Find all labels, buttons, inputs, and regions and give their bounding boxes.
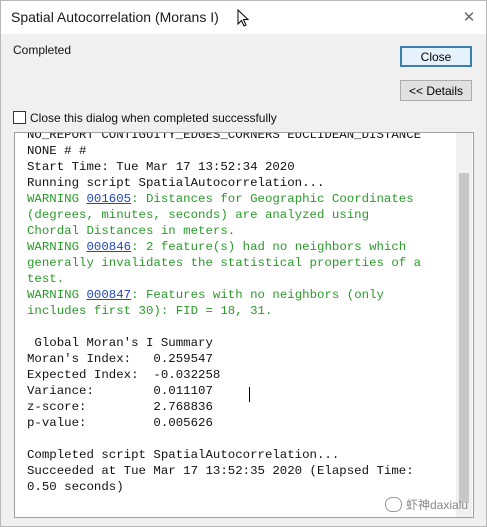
log-line-text: Moran's Index: 0.259547 — [27, 352, 213, 366]
log-line: NONE # # — [27, 143, 421, 159]
log-line-text: WARNING — [27, 288, 87, 302]
log-line-text: z-score: 2.768836 — [27, 400, 213, 414]
message-log[interactable]: NO_REPORT CONTIGUITY_EDGES_CORNERS EUCLI… — [14, 132, 474, 518]
log-line: Completed script SpatialAutocorrelation.… — [27, 447, 421, 463]
warning-code-link[interactable]: 000846 — [87, 240, 132, 254]
log-line: Global Moran's I Summary — [27, 335, 421, 351]
log-line-text: generally invalidates the statistical pr… — [27, 256, 422, 270]
log-line-text: WARNING — [27, 192, 87, 206]
log-line-text: (degrees, minutes, seconds) are analyzed… — [27, 208, 370, 222]
log-line: Moran's Index: 0.259547 — [27, 351, 421, 367]
log-line-text: WARNING — [27, 240, 87, 254]
log-line-text: Global Moran's I Summary — [27, 336, 213, 350]
log-line: WARNING 000846: 2 feature(s) had no neig… — [27, 239, 421, 255]
log-line: (degrees, minutes, seconds) are analyzed… — [27, 207, 421, 223]
log-line-text: : Distances for Geographic Coordinates — [131, 192, 414, 206]
log-line-text: test. — [27, 272, 65, 286]
close-when-done-option[interactable]: Close this dialog when completed success… — [13, 111, 277, 125]
log-lines: NO_REPORT CONTIGUITY_EDGES_CORNERS EUCLI… — [27, 132, 422, 495]
warning-code-link[interactable]: 001605 — [87, 192, 132, 206]
log-line: Succeeded at Tue Mar 17 13:52:35 2020 (E… — [27, 463, 421, 479]
log-line: p-value: 0.005626 — [27, 415, 421, 431]
log-scrollbar[interactable] — [456, 133, 472, 517]
log-line-text: Variance: 0.011107 — [27, 384, 213, 398]
log-line-text: NO_REPORT CONTIGUITY_EDGES_CORNERS EUCLI… — [27, 132, 422, 142]
window-title: Spatial Autocorrelation (Morans I) — [11, 9, 219, 25]
watermark: 虾神daxialu — [385, 496, 468, 513]
watermark-text: 虾神daxialu — [406, 498, 469, 512]
log-line-text: 0.50 seconds) — [27, 480, 124, 494]
dialog-window: Spatial Autocorrelation (Morans I) ✕ Com… — [0, 0, 487, 527]
log-line: Variance: 0.011107 — [27, 383, 421, 399]
log-line-text: : 2 feature(s) had no neighbors which — [131, 240, 407, 254]
warning-code-link[interactable]: 000847 — [87, 288, 132, 302]
log-line: generally invalidates the statistical pr… — [27, 255, 421, 271]
log-line-text: Start Time: Tue Mar 17 13:52:34 2020 — [27, 160, 295, 174]
log-line: 0.50 seconds) — [27, 479, 421, 495]
close-when-done-label: Close this dialog when completed success… — [30, 111, 277, 125]
log-line: z-score: 2.768836 — [27, 399, 421, 415]
log-line: WARNING 000847: Features with no neighbo… — [27, 287, 421, 303]
log-line-text: : Features with no neighbors (only — [131, 288, 384, 302]
log-line: WARNING 001605: Distances for Geographic… — [27, 191, 421, 207]
log-line-text: Running script SpatialAutocorrelation... — [27, 176, 325, 190]
log-line-text: includes first 30): FID = 18, 31. — [27, 304, 273, 318]
log-line: Start Time: Tue Mar 17 13:52:34 2020 — [27, 159, 421, 175]
details-button[interactable]: << Details — [400, 80, 472, 101]
window-close-icon[interactable]: ✕ — [456, 7, 482, 29]
close-when-done-checkbox[interactable] — [13, 111, 26, 124]
log-line-text: Chordal Distances in meters. — [27, 224, 236, 238]
log-scrollbar-thumb[interactable] — [459, 173, 469, 503]
log-line-text: Succeeded at Tue Mar 17 13:52:35 2020 (E… — [27, 464, 414, 478]
log-line: includes first 30): FID = 18, 31. — [27, 303, 421, 319]
log-line: Expected Index: -0.032258 — [27, 367, 421, 383]
wechat-icon — [385, 497, 402, 512]
log-line: NO_REPORT CONTIGUITY_EDGES_CORNERS EUCLI… — [27, 132, 422, 143]
title-bar: Spatial Autocorrelation (Morans I) ✕ — [1, 1, 486, 34]
log-line-text: Completed script SpatialAutocorrelation.… — [27, 448, 340, 462]
log-line-text: p-value: 0.005626 — [27, 416, 213, 430]
close-button[interactable]: Close — [400, 46, 472, 67]
log-line: Chordal Distances in meters. — [27, 223, 421, 239]
text-caret — [249, 387, 250, 402]
log-line: test. — [27, 271, 421, 287]
status-text: Completed — [13, 43, 72, 57]
log-line-text: Expected Index: -0.032258 — [27, 368, 221, 382]
log-line: Running script SpatialAutocorrelation... — [27, 175, 421, 191]
log-line-text: NONE # # — [27, 144, 87, 158]
mouse-cursor-icon — [237, 8, 250, 33]
